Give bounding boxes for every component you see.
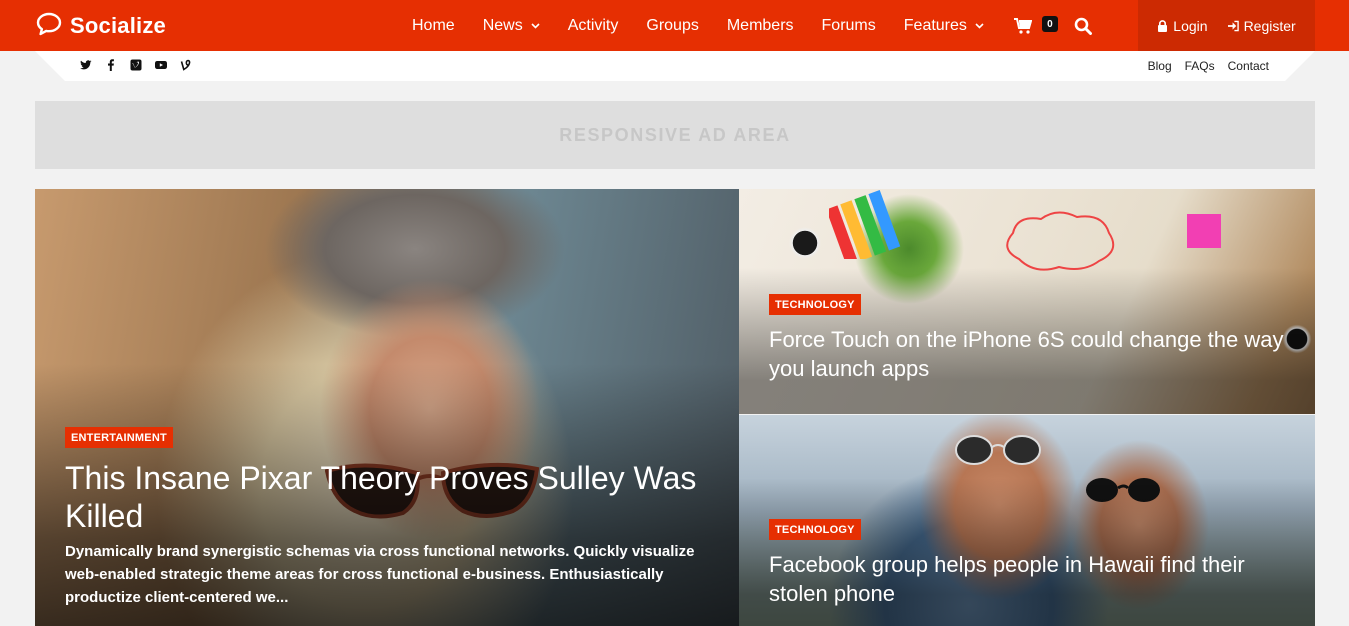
site-name: Socialize xyxy=(70,13,166,38)
nav-item-groups[interactable]: Groups xyxy=(632,0,712,51)
vine-icon[interactable] xyxy=(180,59,192,71)
chevron-down-icon xyxy=(975,22,984,29)
post-title[interactable]: This Insane Pixar Theory Proves Sulley W… xyxy=(65,459,715,535)
vimeo-icon[interactable] xyxy=(130,59,142,71)
nav-item-home[interactable]: Home xyxy=(398,0,469,51)
category-badge[interactable]: TECHNOLOGY xyxy=(769,294,861,315)
lock-icon xyxy=(1158,19,1168,32)
nav-item-features[interactable]: Features xyxy=(890,0,998,51)
register-link[interactable]: Register xyxy=(1227,17,1296,34)
main-nav: Home News Activity Groups Members Forums… xyxy=(398,0,1106,51)
site-header: Socialize Home News Activity Groups Memb… xyxy=(0,0,1349,51)
chevron-down-icon xyxy=(531,22,540,29)
sign-in-icon xyxy=(1227,20,1239,31)
post-excerpt: Dynamically brand synergistic schemas vi… xyxy=(65,543,695,606)
search-button[interactable] xyxy=(1050,0,1106,51)
post-title[interactable]: Facebook group helps people in Hawaii fi… xyxy=(769,550,1299,608)
nav-item-activity[interactable]: Activity xyxy=(554,0,633,51)
featured-post-side[interactable]: TECHNOLOGY Force Touch on the iPhone 6S … xyxy=(739,189,1315,414)
ad-label: RESPONSIVE AD AREA xyxy=(559,124,791,145)
nav-item-members[interactable]: Members xyxy=(713,0,808,51)
blog-link[interactable]: Blog xyxy=(1148,59,1172,73)
post-title[interactable]: Force Touch on the iPhone 6S could chang… xyxy=(769,325,1299,383)
category-badge[interactable]: ENTERTAINMENT xyxy=(65,427,173,448)
nav-label: Features xyxy=(903,16,967,34)
search-icon xyxy=(1074,17,1092,35)
facebook-icon[interactable] xyxy=(105,59,117,71)
faqs-link[interactable]: FAQs xyxy=(1185,59,1215,73)
cart-count-badge: 0 xyxy=(1041,16,1058,32)
register-label: Register xyxy=(1243,17,1296,34)
nav-label: News xyxy=(482,16,523,34)
nav-item-news[interactable]: News xyxy=(469,0,554,51)
ad-area[interactable]: RESPONSIVE AD AREA xyxy=(35,101,1315,169)
speech-bubble-icon xyxy=(36,12,62,41)
nav-label: Members xyxy=(726,16,794,34)
auth-links: Login Register xyxy=(1138,0,1315,51)
site-logo[interactable]: Socialize xyxy=(36,12,166,40)
social-links xyxy=(80,59,192,71)
cart-button[interactable]: 0 xyxy=(998,0,1058,51)
contact-link[interactable]: Contact xyxy=(1228,59,1269,73)
nav-label: Activity xyxy=(567,16,619,34)
nav-item-forums[interactable]: Forums xyxy=(808,0,890,51)
nav-label: Forums xyxy=(821,16,876,34)
top-links: Blog FAQs Contact xyxy=(1148,59,1269,73)
login-label: Login xyxy=(1173,17,1208,34)
category-badge[interactable]: TECHNOLOGY xyxy=(769,519,861,540)
featured-post-main[interactable]: ENTERTAINMENT This Insane Pixar Theory P… xyxy=(35,189,739,626)
login-link[interactable]: Login xyxy=(1157,17,1208,34)
nav-label: Groups xyxy=(646,16,699,34)
top-bar: Blog FAQs Contact xyxy=(35,51,1315,81)
nav-label: Home xyxy=(412,16,455,34)
youtube-icon[interactable] xyxy=(155,59,167,71)
cart-icon xyxy=(1013,17,1032,34)
featured-post-side[interactable]: TECHNOLOGY Facebook group helps people i… xyxy=(739,415,1315,626)
twitter-icon[interactable] xyxy=(80,59,92,71)
